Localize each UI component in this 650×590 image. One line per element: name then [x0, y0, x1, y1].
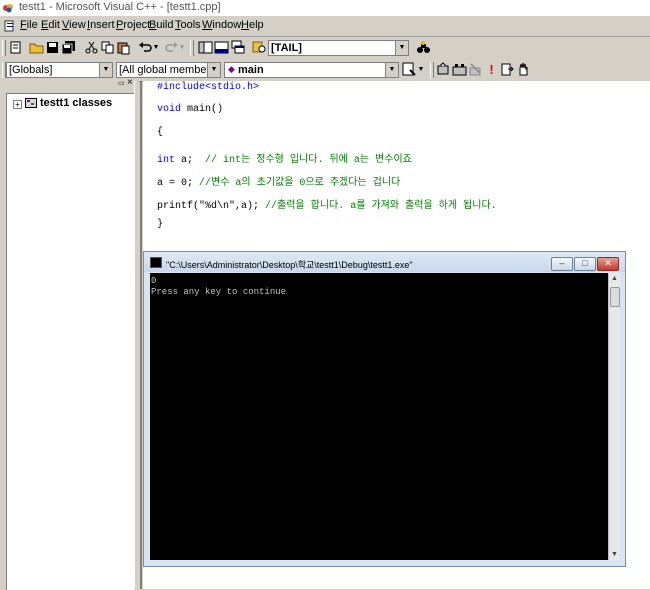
copy-icon[interactable] [100, 40, 115, 55]
window-list-icon[interactable] [230, 40, 245, 55]
title-bar: testt1 - Microsoft Visual C++ - [testt1.… [0, 0, 650, 16]
undo-dropdown-icon[interactable]: ▼ [152, 40, 160, 55]
function-icon: ◆ [228, 64, 235, 74]
members-combo[interactable]: ◆ main ▼ [224, 62, 399, 78]
code-line-6: printf("%d\n",a); //출력을 합니다. a를 가져와 출력을 … [157, 201, 497, 212]
compile-icon[interactable] [436, 62, 451, 77]
close-button[interactable]: ✕ [597, 257, 619, 271]
code-line-5: a = 0; //변수 a의 초기값을 0으로 주겠다는 겁니다 [157, 178, 401, 189]
code-line-4: int a; // int는 정수형 입니다. 뒤에 a는 변수이죠 [157, 155, 412, 166]
redo-icon[interactable] [164, 40, 179, 55]
output-window-icon[interactable] [214, 40, 229, 55]
actions-dropdown-icon[interactable]: ▼ [417, 62, 425, 77]
workspace-icon[interactable] [198, 40, 213, 55]
console-scrollbar[interactable]: ▲ ▼ [608, 273, 620, 560]
menu-tools[interactable]: Tools [175, 19, 201, 31]
menu-window[interactable]: Window [202, 19, 241, 31]
scroll-thumb[interactable] [610, 287, 620, 307]
menu-help[interactable]: Help [241, 19, 264, 31]
find-combo[interactable]: [TAIL] ▼ [268, 40, 409, 56]
code-line-2: void main() [157, 104, 224, 115]
find-combo-value: [TAIL] [271, 42, 302, 54]
menu-file[interactable]: File [20, 19, 38, 31]
dock-icon[interactable]: ▭ [118, 80, 126, 88]
filter-combo-value: [All global members [119, 64, 207, 76]
console-output[interactable]: 0 Press any key to continue [150, 273, 608, 560]
pane-splitter[interactable] [140, 81, 142, 589]
toolbar-separator [430, 62, 434, 78]
expand-icon[interactable]: + [13, 100, 22, 109]
console-icon [150, 257, 162, 268]
console-window[interactable]: "C:\Users\Administrator\Desktop\학교\testt… [143, 251, 626, 567]
undo-icon[interactable] [138, 40, 153, 55]
wizard-bar: [Globals] ▼ [All global members ▼ ◆ main… [0, 59, 650, 82]
go-icon[interactable] [500, 62, 515, 77]
class-combo[interactable]: [Globals] ▼ [6, 62, 113, 78]
save-all-icon[interactable] [61, 40, 76, 55]
maximize-button[interactable]: □ [574, 257, 596, 271]
window-title: testt1 - Microsoft Visual C++ - [testt1.… [19, 1, 221, 13]
console-output-line: 0 [151, 276, 157, 286]
minimize-button[interactable]: – [551, 257, 573, 271]
wizardbar-actions-icon[interactable] [402, 62, 417, 77]
scroll-down-icon[interactable]: ▼ [609, 549, 620, 560]
execute-icon[interactable]: ! [484, 62, 499, 77]
chevron-down-icon[interactable]: ▼ [395, 41, 408, 55]
menu-project[interactable]: Project [116, 19, 150, 31]
workspace-border [134, 81, 139, 589]
code-line-7: } [157, 219, 164, 230]
code-line-1: #include<stdio.h> [157, 82, 260, 93]
class-combo-value: [Globals] [9, 64, 53, 76]
document-icon[interactable] [4, 20, 16, 32]
save-icon[interactable] [45, 40, 60, 55]
classes-folder-icon [25, 98, 37, 108]
toolbar-separator [190, 40, 194, 56]
redo-dropdown-icon[interactable]: ▼ [178, 40, 186, 55]
find-in-files-icon[interactable] [252, 40, 267, 55]
toolbar-grip[interactable] [2, 40, 6, 56]
breakpoint-hand-icon[interactable] [516, 62, 531, 77]
members-combo-value: main [238, 64, 264, 76]
paste-icon[interactable] [116, 40, 131, 55]
menu-build[interactable]: Build [149, 19, 173, 31]
workspace-header: ▭ × [0, 78, 138, 93]
open-folder-icon[interactable] [29, 40, 44, 55]
chevron-down-icon[interactable]: ▼ [207, 63, 220, 77]
filter-combo[interactable]: [All global members ▼ [116, 62, 221, 78]
class-view-tree[interactable]: + testt1 classes [6, 93, 134, 590]
menu-edit[interactable]: Edit [41, 19, 60, 31]
chevron-down-icon[interactable]: ▼ [385, 63, 398, 77]
console-output-line: Press any key to continue [151, 287, 287, 297]
binoculars-icon[interactable] [416, 40, 431, 55]
chevron-down-icon[interactable]: ▼ [99, 63, 112, 77]
new-file-icon[interactable] [8, 40, 23, 55]
build-icon[interactable] [452, 62, 467, 77]
console-title: "C:\Users\Administrator\Desktop\학교\testt… [166, 260, 413, 270]
tree-root-label[interactable]: testt1 classes [40, 97, 112, 109]
stop-build-icon[interactable] [468, 62, 483, 77]
cut-icon[interactable] [84, 40, 99, 55]
code-line-3: { [157, 127, 164, 138]
menu-bar: File Edit View Insert Project Build Tool… [0, 16, 650, 37]
console-title-bar[interactable]: "C:\Users\Administrator\Desktop\학교\testt… [144, 252, 625, 272]
menu-view[interactable]: View [62, 19, 86, 31]
app-icon [3, 4, 13, 13]
scroll-up-icon[interactable]: ▲ [609, 273, 620, 284]
standard-toolbar: ▼ ▼ [TAIL] ▼ [0, 37, 650, 59]
menu-insert[interactable]: Insert [87, 19, 115, 31]
